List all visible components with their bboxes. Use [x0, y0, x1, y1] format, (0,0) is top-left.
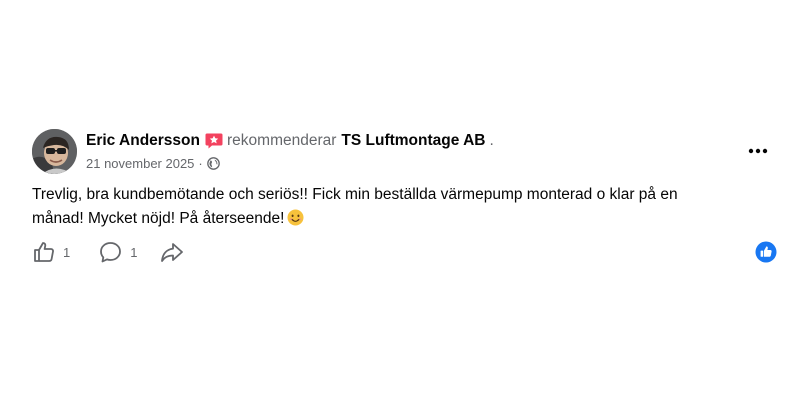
- recommend-star-icon: [205, 132, 223, 150]
- share-arrow-icon: [161, 243, 184, 262]
- thumbs-up-icon: [34, 242, 54, 262]
- avatar-photo: [32, 129, 77, 174]
- post-actions: 1 1: [32, 239, 185, 265]
- trailing-dot: .: [489, 132, 494, 149]
- post-text-line-2: månad! Mycket nöjd! På återseende!: [32, 210, 285, 227]
- comment-bubble-icon: [100, 242, 122, 263]
- like-reaction-badge[interactable]: [755, 241, 777, 263]
- post-text-line-2-wrapper: månad! Mycket nöjd! På återseende!: [32, 207, 762, 231]
- recommendation-post: Eric Andersson rekommenderar TS Luftmont…: [0, 0, 800, 400]
- meta-separator: ·: [198, 155, 203, 171]
- share-button[interactable]: [159, 240, 185, 264]
- smiling-face-emoji: [287, 209, 304, 226]
- post-meta: 21 november 2025 ·: [86, 154, 220, 172]
- page-name-link[interactable]: TS Luftmontage AB: [341, 132, 485, 150]
- more-options-icon: [748, 148, 768, 154]
- like-count: 1: [63, 244, 71, 260]
- post-body: Trevlig, bra kundbemötande och seriös!! …: [32, 183, 762, 231]
- like-reaction-icon: [755, 241, 777, 263]
- comment-button[interactable]: 1: [98, 240, 137, 264]
- post-text-line-1: Trevlig, bra kundbemötande och seriös!! …: [32, 186, 678, 203]
- post-header: Eric Andersson rekommenderar TS Luftmont…: [86, 130, 494, 152]
- post-date[interactable]: 21 november 2025: [86, 156, 194, 171]
- like-button[interactable]: 1: [32, 240, 70, 264]
- recommends-text: rekommenderar: [227, 132, 337, 149]
- globe-icon[interactable]: [206, 156, 220, 170]
- comment-count: 1: [130, 244, 138, 260]
- author-name[interactable]: Eric Andersson: [86, 132, 200, 150]
- more-options-button[interactable]: [745, 140, 771, 162]
- author-avatar[interactable]: [32, 129, 77, 174]
